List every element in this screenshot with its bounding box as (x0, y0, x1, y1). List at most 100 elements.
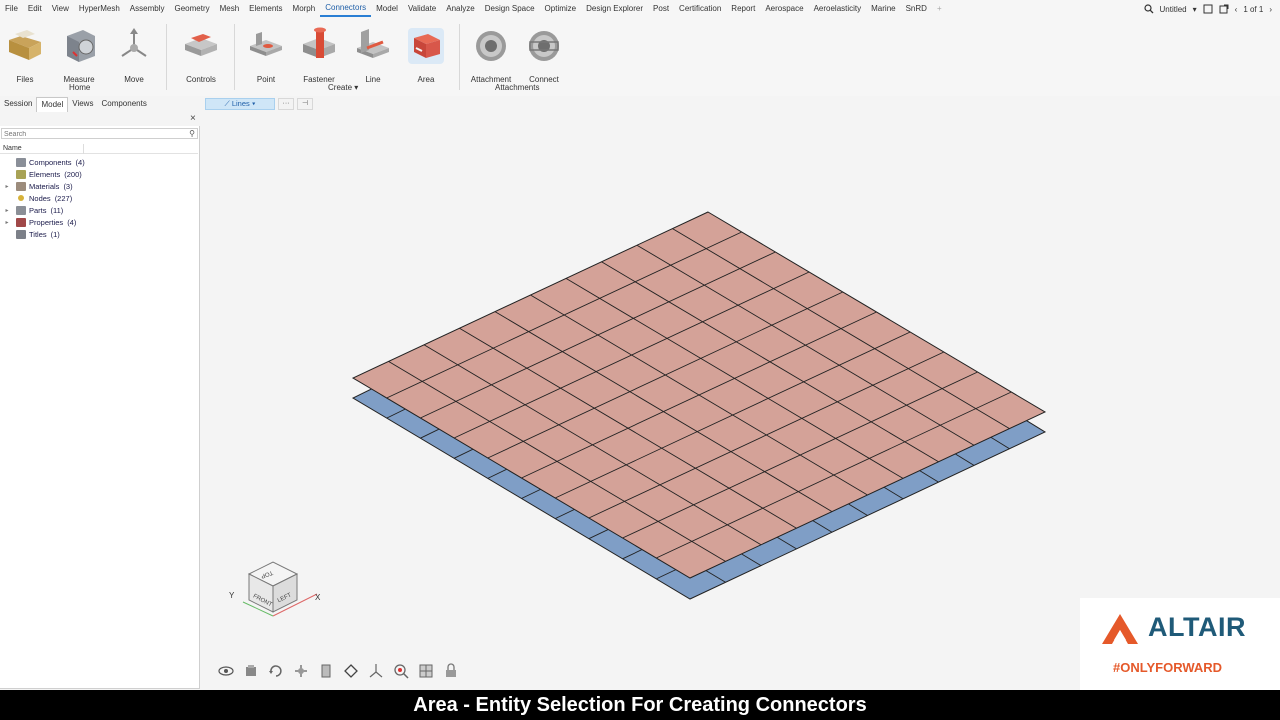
parts-icon (16, 205, 26, 215)
tree-row-components[interactable]: Components (4) (0, 156, 198, 168)
menu-certification[interactable]: Certification (674, 0, 726, 18)
expand-arrow-icon[interactable]: ▸ (3, 207, 11, 214)
document-title[interactable]: Untitled (1160, 5, 1187, 14)
menu-report[interactable]: Report (726, 0, 760, 18)
menu-view[interactable]: View (47, 0, 74, 18)
fastener-icon (303, 27, 335, 58)
column-divider[interactable] (83, 144, 84, 154)
area-label: Area (417, 75, 435, 84)
section-icon[interactable] (318, 663, 334, 679)
axes-icon[interactable] (368, 663, 384, 679)
lines-label: Lines (231, 98, 250, 108)
measure-button[interactable]: Measure (51, 26, 107, 84)
hypermesh-window: File Edit View HyperMesh Assembly Geometry Mes… (0, 0, 1280, 720)
view-controls-toolbar (218, 662, 459, 680)
video-caption: Area - Entity Selection For Creating Con… (0, 690, 1280, 720)
menu-assembly[interactable]: Assembly (125, 0, 170, 18)
menu-post[interactable]: Post (648, 0, 674, 18)
more-options-button[interactable]: ··· (278, 97, 294, 110)
page-prev-icon[interactable]: ‹ (1235, 5, 1238, 14)
menu-aeroelasticity[interactable]: Aeroelasticity (809, 0, 867, 18)
expand-arrow-icon[interactable]: ▸ (3, 219, 11, 226)
mesh-display-icon[interactable] (418, 663, 434, 679)
measure-icon (67, 30, 95, 62)
tree-count: (4) (75, 157, 85, 167)
menu-model[interactable]: Model (371, 0, 403, 18)
tab-session[interactable]: Session (0, 97, 36, 111)
move-label: Move (124, 75, 144, 84)
menu-hypermesh[interactable]: HyperMesh (74, 0, 125, 18)
tree-count: (11) (50, 205, 64, 215)
window-icon[interactable] (1203, 4, 1213, 14)
tree-count: (3) (63, 181, 73, 191)
menu-optimize[interactable]: Optimize (540, 0, 582, 18)
eye-icon[interactable] (218, 663, 234, 679)
add-tab-icon[interactable]: + (932, 0, 947, 18)
files-button[interactable]: Files (0, 26, 53, 84)
menu-design-explorer[interactable]: Design Explorer (581, 0, 648, 18)
menu-elements[interactable]: Elements (244, 0, 287, 18)
menubar-right-controls: Untitled ▾ ‹ 1 of 1 › (1143, 0, 1272, 18)
menu-geometry[interactable]: Geometry (169, 0, 214, 18)
tree-row-parts[interactable]: ▸ Parts (11) (0, 204, 198, 216)
menu-validate[interactable]: Validate (403, 0, 441, 18)
diamond-icon[interactable] (343, 663, 359, 679)
menu-file[interactable]: File (0, 0, 23, 18)
tree-row-properties[interactable]: ▸ Properties (4) (0, 216, 198, 228)
zoom-icon[interactable] (393, 663, 409, 679)
tree-row-elements[interactable]: Elements (200) (0, 168, 198, 180)
tab-model[interactable]: Model (36, 96, 69, 112)
tree-row-materials[interactable]: ▸ Materials (3) (0, 180, 198, 192)
menu-aerospace[interactable]: Aerospace (760, 0, 808, 18)
lines-selector[interactable]: ⟋ Lines ▾ (205, 97, 275, 110)
menu-analyze[interactable]: Analyze (441, 0, 479, 18)
export-icon[interactable] (1219, 4, 1229, 14)
tab-views[interactable]: Views (68, 97, 97, 111)
column-header[interactable]: Name (0, 144, 198, 154)
connect-icon (529, 31, 559, 61)
menu-edit[interactable]: Edit (23, 0, 47, 18)
tree-label: Parts (29, 205, 47, 215)
end-button[interactable]: ⊣ (297, 97, 313, 110)
chevron-down-icon[interactable]: ▾ (1193, 5, 1197, 14)
fastener-button[interactable]: Fastener (291, 26, 347, 84)
attachment-button[interactable]: Attachment (463, 26, 519, 84)
tree-row-nodes[interactable]: Nodes (227) (0, 192, 198, 204)
menu-morph[interactable]: Morph (288, 0, 321, 18)
area-button[interactable]: Area (398, 26, 454, 84)
pan-icon[interactable] (293, 663, 309, 679)
altair-logo: ALTAIR #ONLYFORWARD (1080, 598, 1280, 690)
fit-view-icon[interactable] (243, 663, 259, 679)
ribbon: Files Measure Move Home Controls Point F… (0, 18, 1280, 96)
search-icon[interactable]: ⚲ (189, 129, 195, 138)
search-icon[interactable] (1143, 4, 1154, 14)
tree-count: (200) (64, 169, 82, 179)
attachment-icon (476, 31, 506, 61)
materials-icon (16, 181, 26, 191)
view-cube[interactable]: Y X TOP FRONT LEFT (229, 561, 321, 617)
top-plate-mesh[interactable] (351, 211, 1047, 579)
menu-design-space[interactable]: Design Space (480, 0, 540, 18)
menu-mesh[interactable]: Mesh (215, 0, 245, 18)
connect-button[interactable]: Connect (516, 26, 572, 84)
point-button[interactable]: Point (238, 26, 294, 84)
search-input[interactable] (2, 130, 182, 139)
menu-marine[interactable]: Marine (866, 0, 900, 18)
move-button[interactable]: Move (106, 26, 162, 84)
tree-label: Components (29, 157, 72, 167)
expand-arrow-icon[interactable]: ▸ (3, 183, 11, 190)
tree-row-titles[interactable]: Titles (1) (0, 228, 198, 240)
lock-icon[interactable] (443, 663, 459, 679)
close-icon[interactable]: × (190, 113, 196, 124)
altair-tagline: #ONLYFORWARD (1113, 660, 1223, 675)
menu-snrd[interactable]: SnRD (901, 0, 932, 18)
page-next-icon[interactable]: › (1269, 5, 1272, 14)
chevron-down-icon[interactable]: ▾ (354, 83, 358, 92)
rotate-icon[interactable] (268, 663, 284, 679)
tree-count: (1) (50, 229, 60, 239)
menu-connectors[interactable]: Connectors (320, 1, 372, 17)
controls-button[interactable]: Controls (173, 26, 229, 84)
properties-icon (16, 217, 26, 227)
line-button[interactable]: Line (345, 26, 401, 84)
tab-components[interactable]: Components (97, 97, 150, 111)
